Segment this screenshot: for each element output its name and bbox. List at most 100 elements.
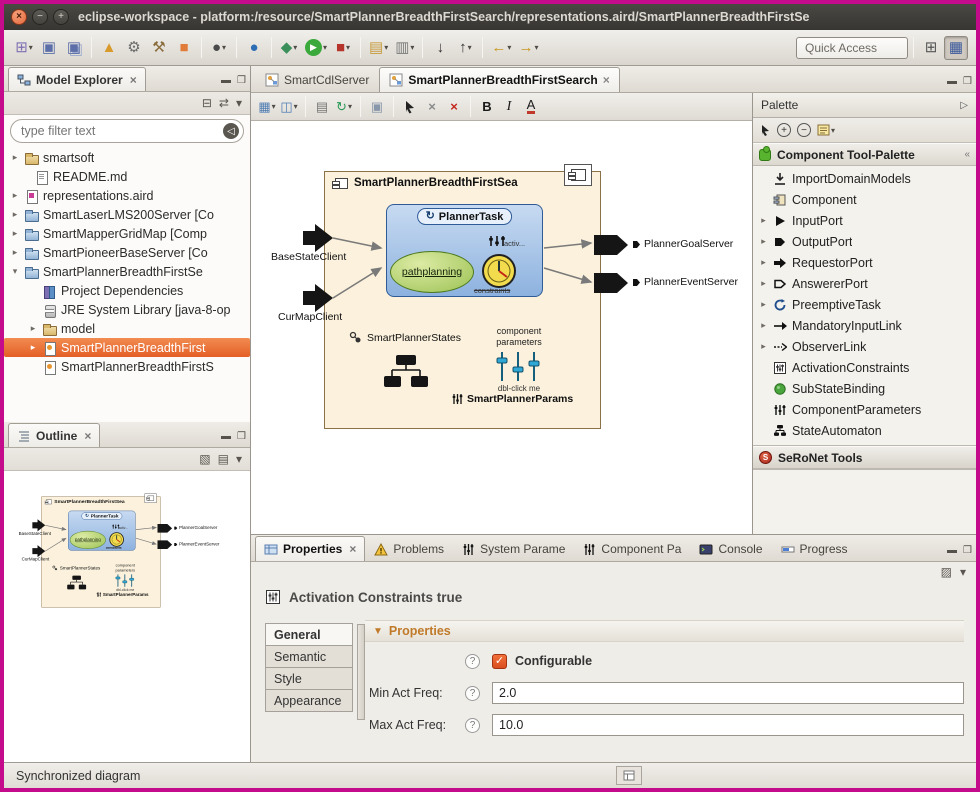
expander-icon[interactable] xyxy=(10,247,20,258)
sdk-manager-button[interactable]: ▲ xyxy=(97,36,121,60)
tree-item[interactable]: model xyxy=(4,319,250,338)
link-editor-icon[interactable]: ⇄ xyxy=(219,97,229,109)
export-diagram-button[interactable]: ▤ xyxy=(312,96,332,118)
italic-button[interactable]: I xyxy=(499,96,519,118)
back-button[interactable]: ← xyxy=(488,36,514,60)
select-tool-button[interactable] xyxy=(400,96,420,118)
port-label-plannereventserver[interactable]: PlannerEventServer xyxy=(632,276,738,288)
forward-button[interactable]: → xyxy=(515,36,541,60)
help-icon[interactable]: ? xyxy=(465,718,480,733)
tab-smartcdlserver[interactable]: SmartCdlServer xyxy=(255,67,379,92)
smartplannerparams-node[interactable]: SmartPlannerParams xyxy=(451,393,573,405)
component-parameters-icon[interactable] xyxy=(494,350,544,383)
section-properties[interactable]: ▼ Properties xyxy=(365,620,964,642)
palette-item-mandatoryinputlink[interactable]: MandatoryInputLink xyxy=(753,315,976,336)
filter-input[interactable] xyxy=(21,124,223,138)
select-tool-icon[interactable] xyxy=(760,124,771,137)
web-browser-button[interactable]: ● xyxy=(242,36,266,60)
maximize-view-icon[interactable]: ❒ xyxy=(963,546,972,556)
tree-item[interactable]: README.md xyxy=(4,167,250,186)
tree-item[interactable]: smartsoft xyxy=(4,148,250,167)
collapse-all-icon[interactable]: ⊟ xyxy=(202,97,212,109)
filters-button[interactable]: ◫ xyxy=(279,96,299,118)
export-button[interactable]: ↑ xyxy=(453,36,477,60)
expander-icon[interactable] xyxy=(10,209,20,220)
close-icon[interactable] xyxy=(82,429,91,443)
import-button[interactable]: ↓ xyxy=(428,36,452,60)
min-act-freq-input[interactable] xyxy=(492,682,964,704)
outline-tree-icon[interactable]: ▤ xyxy=(218,453,229,465)
side-tab-general[interactable]: General xyxy=(265,623,353,646)
diagram-canvas[interactable]: SmartPlannerBreadthFirstSea ↻ PlannerTas… xyxy=(251,121,752,534)
open-resource-button[interactable]: ▤ xyxy=(366,36,391,60)
close-tab-icon[interactable] xyxy=(603,73,610,87)
outline-thumbnail[interactable]: SmartPlannerBreadthFirstSea ↻ PlannerTas… xyxy=(10,475,227,649)
build-hammer-button[interactable]: ⚒ xyxy=(147,36,171,60)
palette-group-seronet-tools[interactable]: S SeRoNet Tools xyxy=(753,446,976,469)
component-symbol[interactable] xyxy=(145,493,157,502)
view-menu-icon[interactable]: ▾ xyxy=(236,97,242,109)
port-label-plannergoalserver[interactable]: PlannerGoalServer xyxy=(632,238,733,250)
state-automaton-icon[interactable] xyxy=(67,575,88,593)
minimize-view-icon[interactable]: ▬ xyxy=(947,546,957,556)
view-menu-icon[interactable]: ▾ xyxy=(236,453,242,465)
palette-item-importdomainmodels[interactable]: ImportDomainModels xyxy=(753,168,976,189)
max-act-freq-input[interactable] xyxy=(492,714,964,736)
close-icon[interactable] xyxy=(347,542,356,556)
configurable-checkbox[interactable]: ✓ xyxy=(492,654,507,669)
run-button[interactable]: ▶ xyxy=(302,36,330,60)
palette-item-preemptivetask[interactable]: PreemptiveTask xyxy=(753,294,976,315)
tab-model-explorer[interactable]: Model Explorer xyxy=(8,67,146,91)
tree-item[interactable]: SmartLaserLMS200Server [Co xyxy=(4,205,250,224)
pin-palette-icon[interactable]: « xyxy=(964,149,970,160)
window-minimize-button[interactable]: − xyxy=(32,9,48,25)
tree-item[interactable]: SmartPlannerBreadthFirstSe xyxy=(4,262,250,281)
tab-outline[interactable]: Outline xyxy=(8,423,100,447)
java-perspective-button[interactable]: ▦ xyxy=(944,36,968,60)
open-perspective-button[interactable]: ⊞ xyxy=(919,36,943,60)
help-icon[interactable]: ? xyxy=(465,654,480,669)
tab-system-parameters[interactable]: System Parame xyxy=(453,536,574,561)
port-label-curmapclient[interactable]: CurMapClient xyxy=(278,311,342,323)
palette-item-outputport[interactable]: OutputPort xyxy=(753,231,976,252)
build-settings-button[interactable]: ⚙ xyxy=(122,36,146,60)
pathplanning-activity-node[interactable]: pathplanning xyxy=(390,251,474,293)
quick-access-field[interactable]: Quick Access xyxy=(796,37,908,59)
maximize-view-icon[interactable]: ❒ xyxy=(237,432,246,442)
tree-item[interactable]: SmartPlannerBreadthFirstS xyxy=(4,357,250,376)
task-focus-button[interactable]: ■ xyxy=(172,36,196,60)
expander-icon[interactable] xyxy=(10,228,20,239)
palette-group-component-tool-palette[interactable]: Component Tool-Palette « xyxy=(753,143,976,166)
tab-component-parameters[interactable]: Component Pa xyxy=(574,536,690,561)
outline-mode-icon[interactable]: ▧ xyxy=(199,453,210,465)
smartplannerstates-node[interactable]: SmartPlannerStates xyxy=(349,331,461,344)
palette-item-componentparameters[interactable]: ComponentParameters xyxy=(753,399,976,420)
maximize-editor-icon[interactable]: ❒ xyxy=(963,77,972,87)
window-maximize-button[interactable]: + xyxy=(53,9,69,25)
maximize-view-icon[interactable]: ❒ xyxy=(237,76,246,86)
tree-item[interactable]: representations.aird xyxy=(4,186,250,205)
section-collapse-icon[interactable]: ▼ xyxy=(373,626,383,637)
minimize-editor-icon[interactable]: ▬ xyxy=(947,77,957,87)
port-label-plannereventserver[interactable]: PlannerEventServer xyxy=(174,542,220,547)
window-close-button[interactable]: × xyxy=(11,9,27,25)
palette-item-observerlink[interactable]: ObserverLink xyxy=(753,336,976,357)
refresh-button[interactable]: ↻ xyxy=(334,96,354,118)
expander-icon[interactable] xyxy=(28,342,38,353)
palette-item-component[interactable]: Component xyxy=(753,189,976,210)
palette-item-stateautomaton[interactable]: StateAutomaton xyxy=(753,420,976,441)
layout-button[interactable]: ▦ xyxy=(257,96,277,118)
smartplannerparams-node[interactable]: SmartPlannerParams xyxy=(96,592,149,597)
side-tabs-scrollbar[interactable] xyxy=(357,624,365,720)
side-tab-style[interactable]: Style xyxy=(265,667,353,690)
side-tab-appearance[interactable]: Appearance xyxy=(265,689,353,712)
external-tools-button[interactable]: ■ xyxy=(331,36,355,60)
save-all-button[interactable]: ▣ xyxy=(62,36,86,60)
delete-from-model-button[interactable]: × xyxy=(444,96,464,118)
font-color-button[interactable]: A xyxy=(521,96,541,118)
pathplanning-activity-node[interactable]: pathplanning xyxy=(70,531,106,549)
delete-from-view-button[interactable]: × xyxy=(422,96,442,118)
component-symbol[interactable] xyxy=(564,164,592,186)
palette-title-bar[interactable]: Palette ▷ xyxy=(753,93,976,118)
annotations-button[interactable]: ▥ xyxy=(392,36,417,60)
